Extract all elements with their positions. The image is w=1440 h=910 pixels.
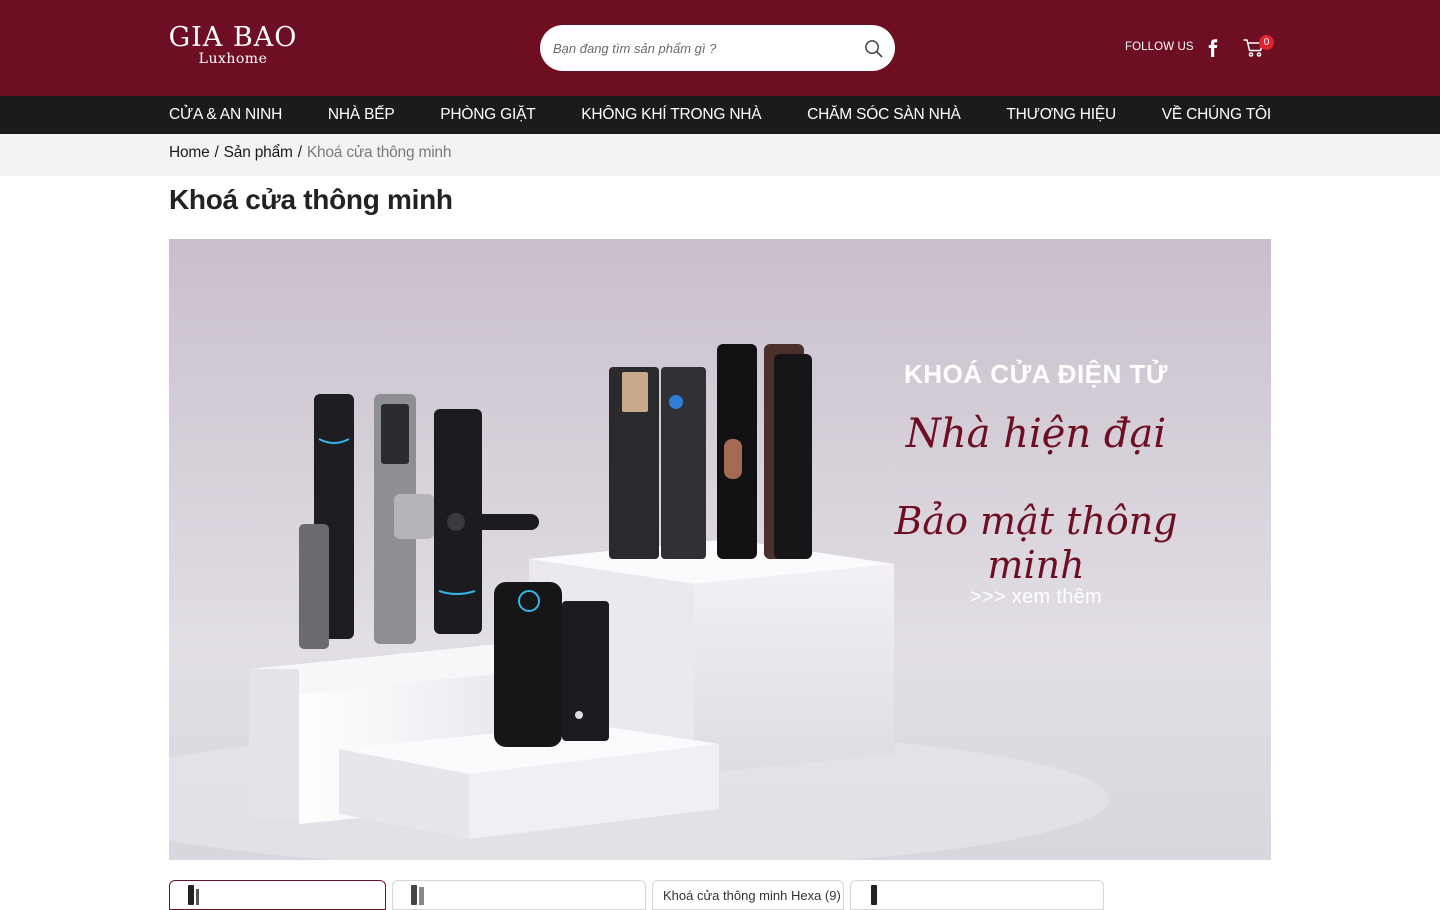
breadcrumb-separator: / — [297, 144, 302, 161]
main-nav: CỬA & AN NINH NHÀ BẾP PHÒNG GIẶT KHÔNG K… — [0, 96, 1440, 134]
banner-script-line2: Bảo mật thông minh — [894, 499, 1178, 587]
breadcrumb-current: Khoá cửa thông minh — [306, 144, 452, 161]
search-box — [540, 25, 895, 71]
banner-more-link[interactable]: >>> xem thêm — [869, 586, 1203, 609]
breadcrumb-home[interactable]: Home — [169, 144, 210, 162]
banner-script-line1: Nhà hiện đại — [905, 411, 1167, 457]
banner-headline: KHOÁ CỬA ĐIỆN TỬ — [904, 359, 1168, 389]
site-logo[interactable]: GIA BAO Luxhome — [167, 22, 299, 67]
search-icon[interactable] — [864, 39, 883, 58]
facebook-icon[interactable] — [1207, 39, 1219, 57]
subcategory-tab-hexa[interactable]: Khoá cửa thông minh Hexa (9) — [652, 880, 844, 910]
subcategory-tab-label: Khoá cửa thông minh Hexa (9) — [663, 888, 841, 903]
nav-item-cham-soc-san[interactable]: CHĂM SÓC SÀN NHÀ — [807, 106, 961, 124]
nav-item-nha-bep[interactable]: NHÀ BẾP — [328, 106, 395, 124]
subcategory-tab[interactable] — [169, 880, 386, 910]
lock-thumbnail-icon — [188, 885, 199, 905]
cart-count-badge: 0 — [1259, 35, 1274, 50]
breadcrumb-bar: Home / Sản phẩm / Khoá cửa thông minh — [0, 134, 1440, 176]
breadcrumb-separator: / — [214, 144, 219, 161]
lock-thumbnail-icon — [871, 885, 877, 905]
nav-item-khong-khi[interactable]: KHÔNG KHÍ TRONG NHÀ — [581, 106, 761, 124]
nav-item-thuong-hieu[interactable]: THƯƠNG HIỆU — [1006, 106, 1116, 124]
category-banner[interactable]: KHOÁ CỬA ĐIỆN TỬ Nhà hiện đại Bảo mật th… — [169, 239, 1271, 860]
search-input[interactable] — [553, 25, 853, 71]
follow-us-label: FOLLOW US — [1125, 41, 1194, 53]
site-header: GIA BAO Luxhome FOLLOW US 0 — [0, 0, 1440, 96]
subcategory-tabs: Khoá cửa thông minh Hexa (9) — [169, 880, 1104, 910]
nav-item-phong-giat[interactable]: PHÒNG GIẶT — [440, 106, 536, 124]
nav-item-cua-an-ninh[interactable]: CỬA & AN NINH — [169, 106, 282, 124]
page-title: Khoá cửa thông minh — [169, 184, 453, 215]
subcategory-tab[interactable] — [392, 880, 646, 910]
subcategory-tab[interactable] — [850, 880, 1104, 910]
nav-item-ve-chung-toi[interactable]: VỀ CHÚNG TÔI — [1162, 106, 1271, 124]
lock-thumbnail-icon — [411, 885, 424, 905]
breadcrumb: Home / Sản phẩm / Khoá cửa thông minh — [169, 144, 451, 162]
logo-main-text: GIA BAO — [168, 22, 298, 53]
breadcrumb-products[interactable]: Sản phẩm — [224, 144, 293, 162]
